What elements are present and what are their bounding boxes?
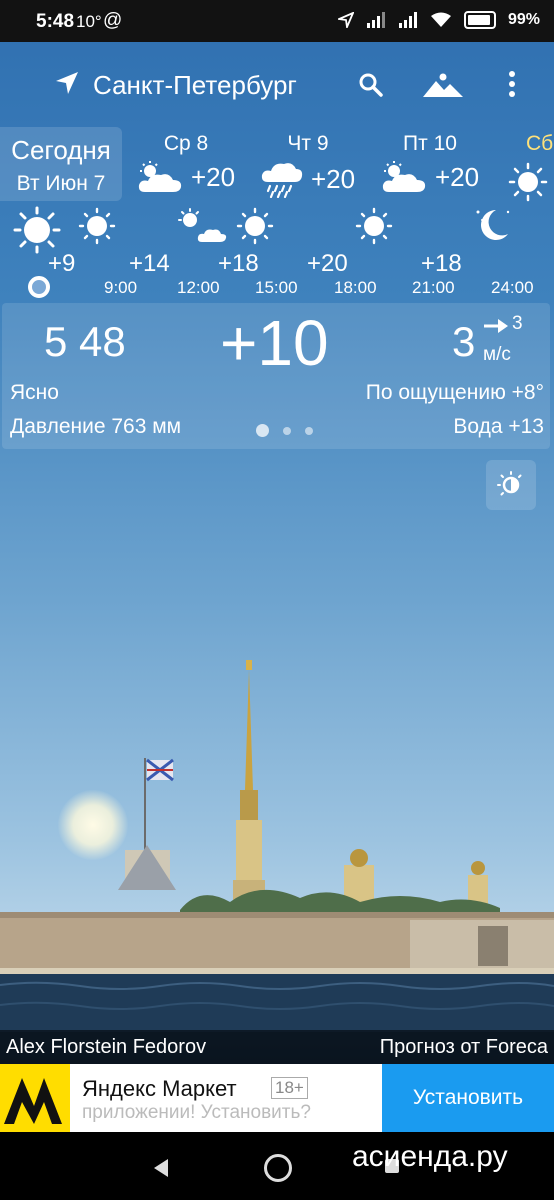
hour-temp: +18 — [421, 250, 462, 277]
day-name: Чт 9 — [287, 132, 329, 155]
city-name[interactable]: Санкт-Петербург — [93, 70, 297, 101]
hour-time: 18:00 — [334, 278, 377, 297]
landscape-photo — [0, 660, 554, 1032]
page-indicator — [256, 424, 313, 437]
ad-banner[interactable]: Яндекс Маркет 18+ приложении! Установить… — [0, 1064, 554, 1132]
sun-icon — [355, 207, 393, 245]
hour-temp: +20 — [307, 250, 348, 277]
wind-direction-icon — [484, 319, 508, 333]
ad-logo — [0, 1064, 70, 1132]
photo-credits-bar: Alex Florstein Fedorov Прогноз от Foreca — [0, 1030, 554, 1064]
signal-icon-2 — [398, 12, 417, 28]
site-watermark: асиенда.ру — [352, 1140, 508, 1173]
day-temp: +20 — [434, 161, 480, 192]
moon-icon — [476, 210, 510, 240]
ad-install-button[interactable]: Установить — [382, 1064, 554, 1132]
photo-author[interactable]: Alex Florstein Fedorov — [6, 1036, 206, 1059]
hour-temp: +9 — [48, 250, 76, 277]
partly-cloudy-icon — [178, 208, 227, 242]
sun-icon — [13, 206, 61, 254]
feels-like: По ощущению +8° — [365, 381, 544, 404]
wind-speed: 3 — [452, 318, 476, 365]
hour-time: 24:00 — [491, 278, 534, 297]
weather-screen: 5:48 10° @ 99% Санкт-Петербург Сегодня В… — [0, 0, 554, 1200]
day-item-sat[interactable]: Сб — [506, 132, 554, 207]
battery-icon — [463, 11, 496, 29]
wind-unit: м/с — [483, 344, 511, 365]
water-temperature: Вода +13 — [453, 415, 544, 438]
sun-icon — [78, 207, 116, 245]
ad-subtitle: приложении! Установить? — [82, 1102, 311, 1123]
ad-title: Яндекс Маркет — [82, 1076, 237, 1101]
day-item-wed[interactable]: Ср 8 +20 — [126, 132, 246, 194]
more-menu-icon[interactable] — [508, 70, 516, 98]
current-temperature: +10 — [220, 307, 329, 379]
hour-time: 12:00 — [177, 278, 220, 297]
wind-gust: 3 — [512, 313, 523, 334]
signal-icon — [366, 12, 385, 28]
current-time: 5 48 — [44, 318, 126, 365]
yandex-market-logo-icon — [4, 1078, 62, 1124]
today-title: Сегодня — [11, 135, 111, 165]
day-temp: +20 — [310, 163, 356, 194]
hour-time: 15:00 — [255, 278, 298, 297]
hour-time: 9:00 — [104, 278, 138, 297]
day-item-thu[interactable]: Чт 9 +20 — [248, 132, 368, 198]
rain-icon — [261, 163, 303, 198]
status-at-icon: @ — [103, 10, 123, 31]
page-dot-active — [256, 424, 269, 437]
sun-icon — [508, 162, 548, 202]
home-icon[interactable] — [264, 1154, 292, 1182]
wifi-icon — [430, 12, 451, 27]
day-temp: +20 — [190, 161, 236, 192]
status-bar: 5:48 10° @ 99% — [0, 0, 554, 42]
forecast-source[interactable]: Прогноз от Foreca — [380, 1036, 548, 1059]
day-name: Пт 10 — [403, 132, 457, 155]
sun-icon — [236, 207, 274, 245]
page-dot — [305, 426, 313, 435]
battery-percent: 99% — [507, 11, 540, 28]
today-date: Вт Июн 7 — [16, 172, 106, 195]
landscape-icon[interactable] — [422, 72, 464, 98]
day-name: Сб — [526, 132, 554, 155]
hour-temp: +14 — [129, 250, 170, 277]
location-arrow-icon — [337, 12, 354, 28]
today-tab[interactable]: Сегодня Вт Июн 7 — [0, 127, 122, 201]
day-item-fri[interactable]: Пт 10 +20 — [370, 132, 490, 194]
hour-temp: +18 — [218, 250, 259, 277]
sun-icon — [497, 471, 522, 496]
day-name: Ср 8 — [163, 132, 209, 155]
current-time-marker — [28, 276, 50, 298]
ad-age-rating: 18+ — [271, 1077, 308, 1099]
condition-text: Ясно — [10, 381, 59, 404]
hour-time: 21:00 — [412, 278, 455, 297]
status-time: 5:48 — [36, 11, 75, 32]
page-dot — [283, 426, 291, 435]
partly-cloudy-icon — [382, 161, 426, 192]
partly-cloudy-icon — [138, 161, 182, 192]
sun-details-button[interactable] — [486, 460, 536, 510]
status-indicators: 99% — [337, 11, 540, 29]
search-icon[interactable] — [358, 72, 384, 98]
status-temperature: 10° — [76, 12, 102, 31]
pressure: Давление 763 мм — [10, 415, 182, 438]
location-icon[interactable] — [54, 70, 80, 96]
back-icon[interactable] — [152, 1158, 170, 1178]
